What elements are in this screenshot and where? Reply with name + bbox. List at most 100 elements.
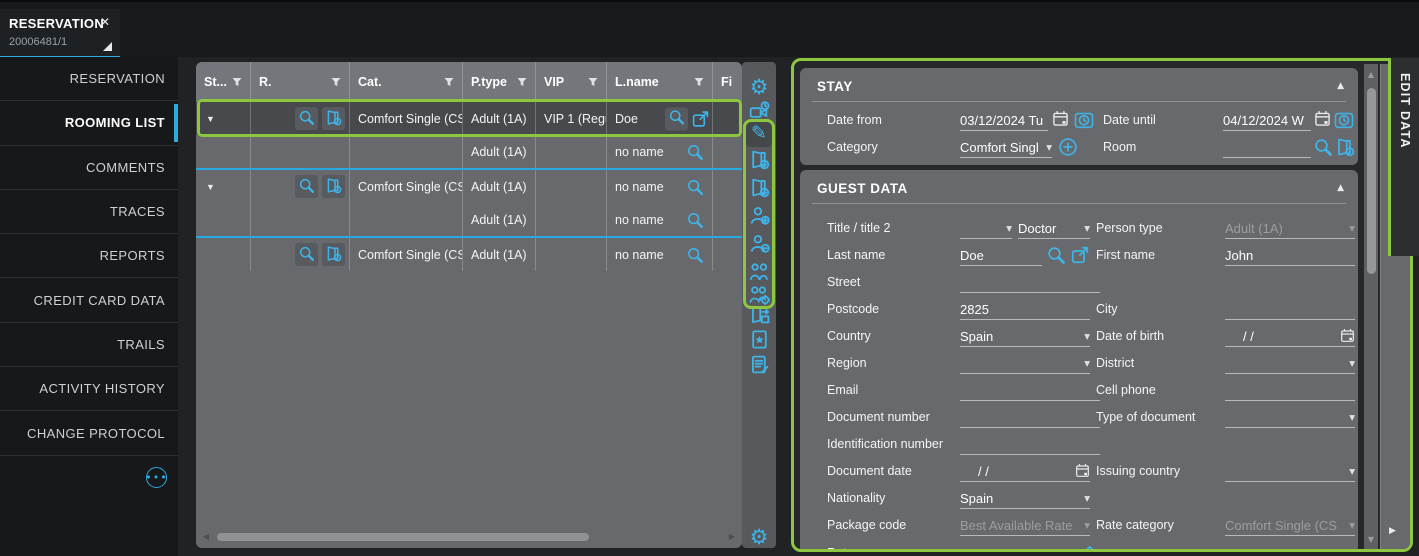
scrollbar-track[interactable]: [211, 530, 727, 543]
document-date-field[interactable]: / /: [960, 461, 1090, 482]
calendar-clock-icon[interactable]: [1334, 110, 1354, 135]
calendar-icon[interactable]: [1314, 110, 1331, 132]
sidebar-item-credit-card-data[interactable]: CREDIT CARD DATA: [0, 278, 178, 322]
room-move-icon[interactable]: [746, 304, 772, 330]
filter-funnel-icon[interactable]: [693, 76, 705, 88]
cell-room[interactable]: [251, 238, 350, 271]
filter-funnel-icon[interactable]: [516, 76, 528, 88]
table-row[interactable]: ▼Comfort Single (CS)Adult (1A)VIP 1 (Reg…: [196, 102, 742, 135]
identification-number-field[interactable]: [960, 434, 1100, 455]
guest-search-button[interactable]: [665, 107, 688, 130]
room-plan-button[interactable]: [322, 175, 345, 198]
close-icon[interactable]: ✕: [100, 15, 110, 29]
cell-status[interactable]: [196, 135, 251, 168]
room-plan-icon[interactable]: [1335, 137, 1355, 162]
sidebar-item-traces[interactable]: TRACES: [0, 190, 178, 234]
room-remove-icon[interactable]: [746, 177, 772, 203]
date-of-birth-field[interactable]: / /: [1225, 326, 1355, 347]
district-dropdown[interactable]: ▼: [1225, 353, 1355, 374]
document-star-icon[interactable]: [746, 329, 772, 355]
table-settings-gear-icon[interactable]: ⚙: [746, 525, 772, 551]
tab-reservation[interactable]: RESERVATION ✕ 20006481/1: [0, 9, 120, 59]
column-header-fi[interactable]: Fi: [713, 62, 739, 102]
column-header-lname[interactable]: L.name: [607, 62, 713, 102]
room-field[interactable]: [1223, 137, 1311, 158]
room-search-button[interactable]: [295, 175, 318, 198]
date-until-field[interactable]: 04/12/2024 W: [1223, 110, 1311, 131]
table-row[interactable]: Adult (1A)no name: [196, 135, 742, 168]
document-note-icon[interactable]: [746, 354, 772, 380]
room-plan-button[interactable]: [322, 243, 345, 266]
type-of-document-dropdown[interactable]: ▼: [1225, 407, 1355, 428]
filter-funnel-icon[interactable]: [443, 76, 455, 88]
postcode-field[interactable]: 2825: [960, 299, 1090, 320]
cell-status[interactable]: ▼: [196, 170, 251, 203]
filter-funnel-icon[interactable]: [587, 76, 599, 88]
vertical-scrollbar[interactable]: ▲ ▼: [1364, 64, 1378, 550]
calendar-clock-icon[interactable]: [1074, 110, 1094, 135]
table-row[interactable]: Comfort Single (CS)Adult (1A)no name: [196, 236, 742, 271]
room-search-button[interactable]: [295, 107, 318, 130]
room-search-button[interactable]: [295, 243, 318, 266]
guest-search-icon[interactable]: [686, 178, 704, 196]
expand-panel-icon[interactable]: ▶: [1389, 526, 1396, 536]
edit-data-tab[interactable]: EDIT DATA: [1388, 58, 1419, 256]
issuing-country-dropdown[interactable]: ▼: [1225, 461, 1355, 482]
person-type-dropdown[interactable]: Adult (1A)▼: [1225, 218, 1355, 239]
date-from-field[interactable]: 03/12/2024 Tu: [960, 110, 1048, 131]
collapse-icon[interactable]: ▲: [1337, 183, 1344, 193]
scroll-down-icon[interactable]: ▼: [1364, 535, 1378, 544]
cell-room[interactable]: [251, 203, 350, 236]
cell-room[interactable]: [251, 102, 350, 135]
category-dropdown[interactable]: Comfort Singl▼: [960, 137, 1052, 158]
scroll-right-icon[interactable]: ▶: [727, 532, 737, 541]
column-header-st[interactable]: St...: [196, 62, 251, 102]
country-dropdown[interactable]: Spain▼: [960, 326, 1090, 347]
title-dropdown[interactable]: ▼: [960, 218, 1012, 239]
rate-category-dropdown[interactable]: Comfort Single (CS▼: [1225, 515, 1355, 536]
horizontal-scrollbar[interactable]: ◀ ▶: [201, 530, 737, 543]
room-plan-button[interactable]: [322, 107, 345, 130]
calendar-icon[interactable]: [1075, 463, 1090, 481]
scroll-left-icon[interactable]: ◀: [201, 532, 211, 541]
table-row[interactable]: ▼Comfort Single (CS)Adult (1A)no name: [196, 168, 742, 203]
scroll-up-icon[interactable]: ▲: [1364, 70, 1378, 79]
scrollbar-thumb[interactable]: [217, 533, 589, 541]
guest-remove-icon[interactable]: [746, 233, 772, 259]
edit-pencil-icon[interactable]: ✎: [746, 121, 772, 147]
guest-search-icon[interactable]: [686, 143, 704, 161]
sidebar-item-rooming-list[interactable]: ROOMING LIST: [0, 101, 178, 145]
guest-search-icon[interactable]: [686, 246, 704, 264]
column-header-r[interactable]: R.: [251, 62, 350, 102]
table-row[interactable]: Adult (1A)no name: [196, 203, 742, 236]
column-header-ptype[interactable]: P.type: [463, 62, 536, 102]
email-field[interactable]: [960, 380, 1100, 401]
sidebar-item-trails[interactable]: TRAILS: [0, 323, 178, 367]
row-expander-icon[interactable]: ▼: [206, 114, 215, 124]
open-profile-icon[interactable]: [691, 109, 710, 128]
filter-funnel-icon[interactable]: [231, 76, 243, 88]
document-number-field[interactable]: [960, 407, 1100, 428]
cell-room[interactable]: [251, 135, 350, 168]
guest-add-icon[interactable]: [746, 205, 772, 231]
calendar-icon[interactable]: [1340, 328, 1355, 346]
filter-funnel-icon[interactable]: [330, 76, 342, 88]
sidebar-item-change-protocol[interactable]: CHANGE PROTOCOL: [0, 411, 178, 455]
rate-field[interactable]: 122.50: [960, 543, 1070, 552]
region-dropdown[interactable]: ▼: [960, 353, 1090, 374]
city-field[interactable]: [1225, 299, 1355, 320]
row-expander-icon[interactable]: ▼: [206, 182, 215, 192]
scrollbar-thumb[interactable]: [1367, 88, 1376, 274]
cell-status[interactable]: [196, 238, 251, 271]
last-name-field[interactable]: Doe: [960, 245, 1042, 266]
cell-phone-field[interactable]: [1225, 380, 1355, 401]
sidebar-item-reservation[interactable]: RESERVATION: [0, 57, 178, 101]
rate-edit-icon[interactable]: [1076, 543, 1096, 552]
sidebar-item-activity-history[interactable]: ACTIVITY HISTORY: [0, 367, 178, 411]
guest-search-icon[interactable]: [686, 211, 704, 229]
guest-search-icon[interactable]: [1046, 245, 1066, 270]
first-name-field[interactable]: John: [1225, 245, 1355, 266]
calendar-icon[interactable]: [1052, 110, 1069, 132]
column-header-vip[interactable]: VIP: [536, 62, 607, 102]
title2-dropdown[interactable]: Doctor▼: [1018, 218, 1090, 239]
